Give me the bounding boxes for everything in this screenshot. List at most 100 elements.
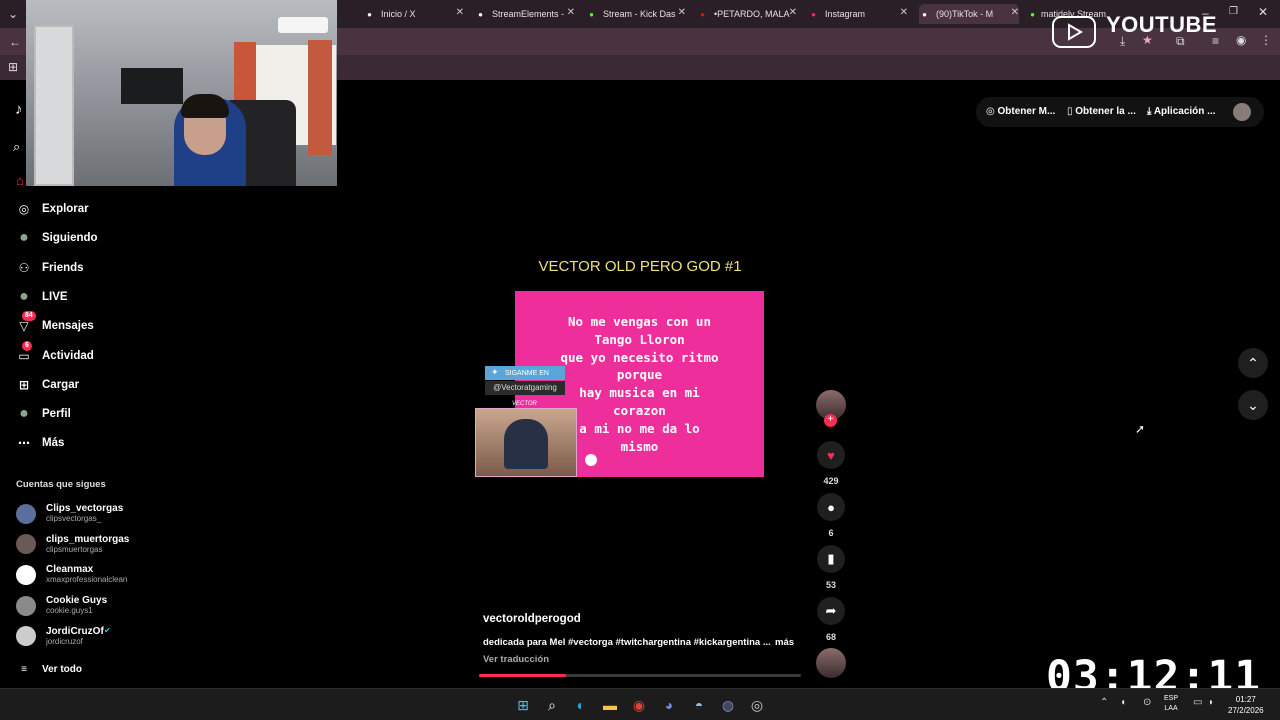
sidebar-item-cargar[interactable]: ⊞ Cargar (16, 377, 79, 393)
steam-icon[interactable]: ◓ (690, 696, 708, 714)
friends-icon: ⚇ (18, 260, 30, 275)
account-handle: jordicruzof (46, 636, 83, 646)
close-tab-icon[interactable]: ✕ (789, 7, 797, 18)
clock-date: 27/2/2026 (1228, 706, 1264, 715)
sidebar-item-label: Friends (42, 261, 84, 274)
maximize-icon[interactable]: ❐ (1229, 6, 1238, 17)
twitter-tag-label: SIGANME EN (505, 369, 549, 377)
edge-icon[interactable]: ◐ (572, 696, 590, 714)
video-description: dedicada para Mel #vectorga #twitchargen… (483, 637, 771, 648)
see-all-label: Ver todo (42, 663, 83, 675)
sidebar-item-label: Cargar (42, 378, 80, 391)
share-button[interactable]: ➦ (817, 597, 845, 625)
next-video-button[interactable]: ⌄ (1238, 390, 1268, 420)
account-handle: cookie.guys1 (46, 606, 93, 616)
tray-network-icon[interactable]: ▭ (1193, 697, 1202, 708)
more-link[interactable]: más (775, 637, 794, 648)
windows-start-icon[interactable]: ⊞ (514, 696, 532, 714)
user-avatar[interactable] (1233, 103, 1251, 121)
comment-button[interactable]: ● (817, 493, 845, 521)
like-button[interactable]: ♥ (817, 441, 845, 469)
sidebar-item-siguiendo[interactable]: ● Siguiendo (16, 229, 98, 246)
get-coins-label: Obtener M... (997, 106, 1056, 117)
search-icon[interactable]: ⌕ (13, 139, 20, 155)
sidebar-item-live[interactable]: ● LIVE (16, 287, 68, 305)
avatar (16, 534, 36, 555)
previous-video-button[interactable]: ⌃ (1238, 348, 1268, 378)
account-name: JordiCruzOf (46, 625, 104, 637)
system-clock[interactable]: 01:27 27/2/2026 (1228, 694, 1264, 716)
browser-tab[interactable]: ● Instagram ✕ (808, 4, 908, 24)
comment-count: 6 (828, 528, 834, 538)
avatar (16, 564, 36, 585)
live-avatar-icon: ● (19, 287, 29, 305)
download-app-button[interactable]: ⤓ Aplicación ... (1147, 106, 1216, 117)
lyric-line: que yo necesito ritmo (560, 349, 719, 365)
sidebar-item-mensajes[interactable]: ▽ 84 Mensajes (16, 311, 94, 334)
notification-badge: 84 (22, 311, 36, 322)
following-account[interactable]: Cleanmax xmaxprofessionalclean (16, 564, 127, 585)
tab-search-icon[interactable]: ⌄ (8, 7, 18, 21)
tray-volume-icon[interactable]: ◖ (1120, 697, 1126, 708)
share-icon: ➦ (825, 603, 837, 618)
account-name: Cleanmax (46, 564, 94, 576)
search-taskbar-icon[interactable]: ⌕ (543, 696, 561, 714)
close-window-icon[interactable]: ✕ (1258, 5, 1268, 19)
sidebar-item-label: Siguiendo (42, 232, 98, 245)
language-indicator[interactable]: ESP LAA (1164, 694, 1178, 714)
following-account[interactable]: clips_muertorgas clipsmuertorgas (16, 534, 129, 555)
close-tab-icon[interactable]: ✕ (900, 7, 908, 18)
following-account[interactable]: JordiCruzOf jordicruzof ✔ (16, 625, 111, 647)
following-account[interactable]: Clips_vectorgas clipsvectorgas_ (16, 503, 123, 524)
browser-tab[interactable]: ● Inicio / X ✕ (364, 4, 464, 24)
following-account[interactable]: Cookie Guys cookie.guys1 (16, 595, 107, 616)
see-all-following[interactable]: ≡ Ver todo (16, 661, 82, 677)
get-coins-button[interactable]: ◎ Obtener M... (986, 106, 1055, 117)
browser-tab[interactable]: ● (90)TikTok - M ✕ (919, 4, 1019, 24)
app-icon[interactable]: ◍ (719, 696, 737, 714)
discord-icon[interactable]: ◕ (660, 696, 678, 714)
close-tab-icon[interactable]: ✕ (567, 7, 575, 18)
video-author[interactable]: vectoroldperogod (483, 613, 581, 625)
twitter-tag: ✦ SIGANME EN (485, 366, 565, 380)
chrome-icon[interactable]: ◉ (630, 696, 648, 714)
close-tab-icon[interactable]: ✕ (678, 7, 686, 18)
more-icon: ⋯ (18, 436, 30, 451)
tray-chevron-icon[interactable]: ⌃ (1100, 697, 1108, 708)
close-tab-icon[interactable]: ✕ (1011, 7, 1019, 18)
profile-icon[interactable]: ◉ (1236, 33, 1246, 47)
browser-tab[interactable]: ● Stream - Kick Das ✕ (586, 4, 686, 24)
sidebar-item-friends[interactable]: ⚇ Friends (16, 260, 84, 276)
sidebar-item-ms[interactable]: ⋯ Más (16, 435, 64, 451)
video-title: VECTOR OLD PERO GOD #1 (538, 258, 742, 275)
sidebar-item-label: LIVE (42, 290, 68, 303)
sidebar-item-explorar[interactable]: ◎ Explorar (16, 201, 89, 217)
get-app-button[interactable]: ▯ Obtener la ... (1067, 106, 1136, 117)
back-icon[interactable]: ← (9, 35, 21, 49)
home-icon[interactable]: ⌂ (16, 173, 24, 188)
browser-tab[interactable]: ● •PETARDO, MALA ✕ (697, 4, 797, 24)
like-count: 429 (823, 476, 839, 486)
profile-avatar-icon: ● (19, 405, 29, 423)
youtube-label: YOUTUBE (1106, 12, 1218, 37)
sidebar-item-actividad[interactable]: ▭ 6 Actividad (16, 340, 94, 364)
menu-dots-icon[interactable]: ⋮ (1260, 33, 1272, 47)
obs-icon[interactable]: ◎ (748, 696, 766, 714)
translate-link[interactable]: Ver traducción (483, 654, 549, 665)
close-tab-icon[interactable]: ✕ (456, 7, 464, 18)
apps-grid-icon[interactable]: ⊞ (8, 60, 18, 74)
youtube-play-icon (1052, 16, 1096, 48)
browser-tab[interactable]: ● StreamElements - ✕ (475, 4, 575, 24)
save-button[interactable]: ▮ (817, 545, 845, 573)
tab-label: Instagram (825, 9, 866, 19)
avatar (16, 595, 36, 616)
follow-plus-icon[interactable]: + (824, 414, 837, 427)
tray-mic-icon[interactable]: ⊙ (1143, 697, 1151, 708)
x-logo-icon: ● (367, 9, 372, 19)
tray-speaker-icon[interactable]: ◗ (1208, 697, 1214, 708)
tiktok-logo-icon[interactable]: ♪ (15, 101, 23, 118)
video-progress-bar[interactable] (479, 674, 801, 677)
sidebar-item-perfil[interactable]: ● Perfil (16, 405, 71, 423)
file-explorer-icon[interactable]: ▬ (601, 696, 619, 714)
sound-avatar[interactable] (816, 648, 846, 678)
